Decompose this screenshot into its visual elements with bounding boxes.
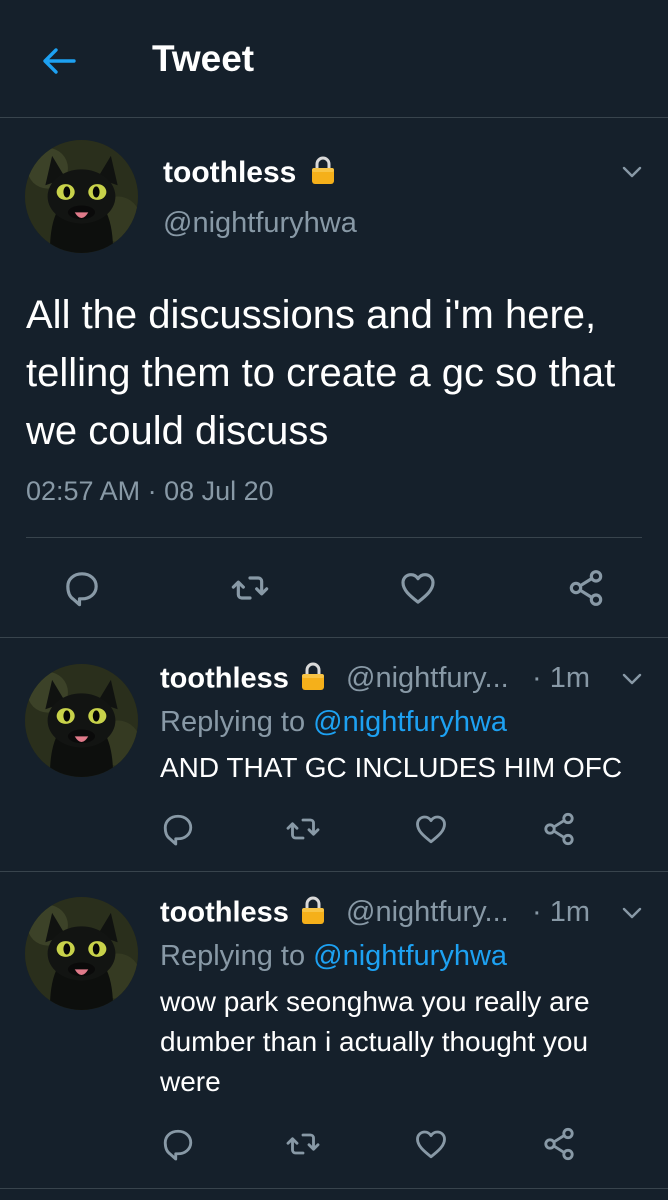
divider [0, 637, 668, 638]
reply-icon[interactable] [160, 1126, 196, 1162]
like-icon[interactable] [413, 811, 449, 847]
reply-text: AND THAT GC INCLUDES HIM OFC [160, 752, 623, 783]
chevron-down-icon[interactable] [620, 901, 644, 925]
mention-link[interactable]: @nightfuryhwa [313, 940, 507, 972]
share-icon[interactable] [566, 568, 606, 608]
like-icon[interactable] [398, 568, 438, 608]
retweet-icon[interactable] [230, 568, 270, 608]
share-icon[interactable] [541, 1126, 577, 1162]
back-arrow-icon[interactable] [38, 40, 80, 82]
reply-author-handle[interactable]: @nightfury... [346, 896, 509, 929]
mention-link[interactable]: @nightfuryhwa [313, 706, 507, 738]
lock-icon [301, 895, 325, 933]
tweet-text: All the discussions and i'm here, tellin… [26, 293, 616, 453]
divider [0, 1188, 668, 1189]
avatar[interactable] [25, 897, 138, 1010]
avatar[interactable] [25, 140, 138, 253]
chevron-down-icon[interactable] [620, 667, 644, 691]
lock-icon [301, 661, 325, 699]
author-name[interactable]: toothless [163, 155, 335, 193]
chevron-down-icon[interactable] [620, 160, 644, 184]
reply-icon[interactable] [62, 568, 102, 608]
share-icon[interactable] [541, 811, 577, 847]
retweet-icon[interactable] [285, 1126, 321, 1162]
top-bar: Tweet [0, 0, 668, 118]
reply-time: · 1m [532, 896, 590, 928]
tweet-timestamp[interactable]: 02:57 AM · 08 Jul 20 [26, 476, 274, 507]
author-handle[interactable]: @nightfuryhwa [163, 207, 357, 240]
reply-text: wow park seonghwa you really are dumber … [160, 986, 590, 1097]
divider [0, 871, 668, 872]
divider [26, 537, 642, 538]
reply-icon[interactable] [160, 811, 196, 847]
replying-to: Replying to @nightfuryhwa [160, 940, 508, 972]
replying-to: Replying to @nightfuryhwa [160, 706, 508, 738]
reply-author-handle[interactable]: @nightfury... [346, 662, 509, 695]
page-title: Tweet [152, 38, 255, 79]
like-icon[interactable] [413, 1126, 449, 1162]
reply-author-name[interactable]: toothless [160, 661, 325, 699]
reply-author-name[interactable]: toothless [160, 895, 325, 933]
avatar[interactable] [25, 664, 138, 777]
retweet-icon[interactable] [285, 811, 321, 847]
reply-time: · 1m [532, 662, 590, 694]
lock-icon [311, 155, 335, 193]
